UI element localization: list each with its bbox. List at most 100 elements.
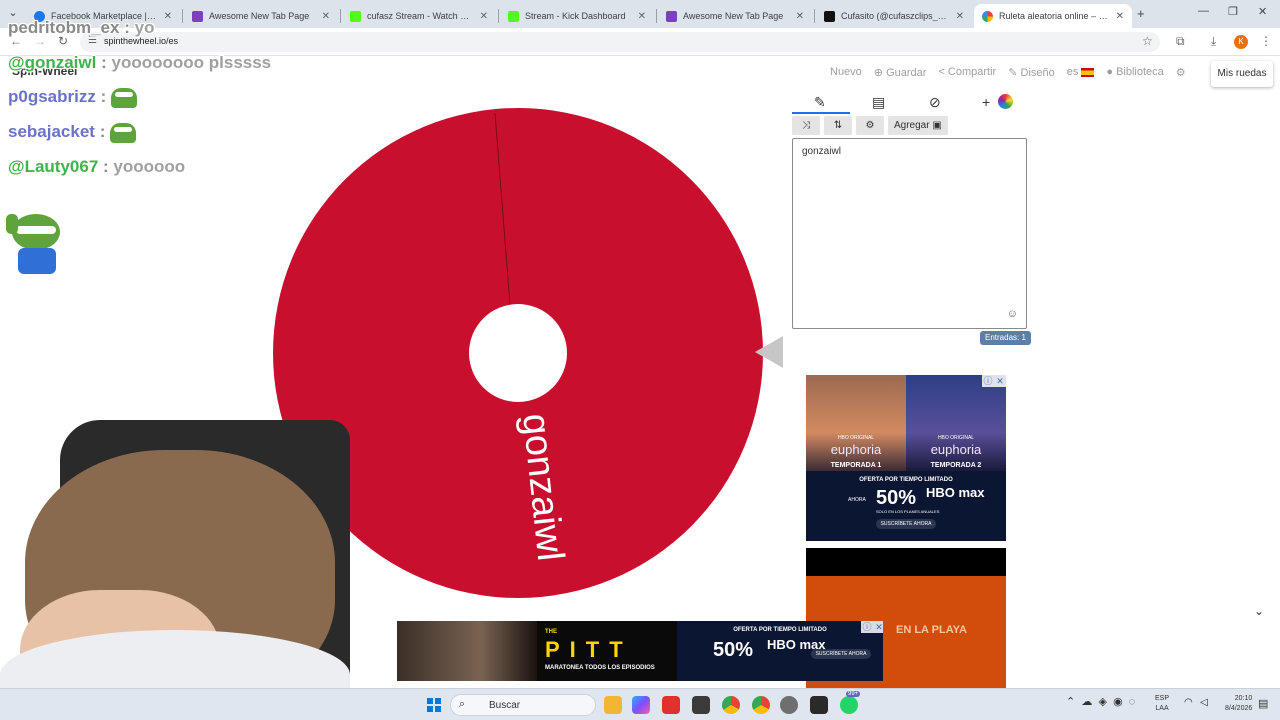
chat-username: @Lauty067 [8, 157, 99, 176]
tab-ruleta[interactable]: Ruleta aleatoria online – ruleta ✕ [974, 4, 1132, 28]
ad-pitt-subscribe-button[interactable]: SUSCRÍBETE AHORA [811, 649, 871, 659]
wps-office-icon[interactable] [662, 696, 680, 714]
nuevo-link[interactable]: Nuevo [830, 66, 862, 79]
hide-eye-icon[interactable]: ⊘ [929, 94, 941, 111]
chat-separator: : [101, 53, 107, 72]
windows-start-icon[interactable] [427, 698, 441, 712]
obs-icon[interactable] [780, 696, 798, 714]
results-clipboard-icon[interactable]: ▤ [872, 94, 885, 111]
language-indicator[interactable]: ESP LAA [1155, 694, 1169, 714]
ad-title-2: euphoria [930, 442, 982, 457]
kick-icon [350, 10, 361, 22]
guardar-label: Guardar [886, 67, 927, 79]
biblioteca-label: Biblioteca [1116, 66, 1164, 78]
tab-new-tab-page-2[interactable]: Awesome New Tab Page ✕ [658, 4, 812, 28]
chat-username: sebajacket [8, 122, 95, 141]
settings-button[interactable]: ⚙ [856, 116, 884, 135]
steam-icon[interactable]: ◉ [1113, 696, 1123, 708]
extensions-icon[interactable]: ⧉ [1176, 34, 1185, 49]
bookmark-star-icon[interactable]: ☆ [1142, 34, 1153, 48]
microsoft-store-icon[interactable] [692, 696, 710, 714]
close-icon[interactable]: ✕ [164, 11, 172, 22]
ad-brand-label: HBO ORIGINAL [837, 435, 875, 441]
language-selector[interactable]: es [1067, 66, 1095, 79]
minimize-icon[interactable]: — [1198, 5, 1209, 17]
file-explorer-icon[interactable] [604, 696, 622, 714]
profile-avatar-icon[interactable]: K [1234, 35, 1248, 49]
system-clock[interactable]: 20:10 8/4/2026 [1225, 694, 1252, 714]
close-icon[interactable]: ✕ [322, 11, 330, 22]
ad-close-icon[interactable]: ✕ [873, 621, 883, 633]
tab-label: Awesome New Tab Page [683, 11, 784, 21]
ad-title-1: euphoria [830, 442, 882, 457]
chrome-icon[interactable] [722, 696, 740, 714]
streamer-webcam [0, 420, 350, 720]
tab-label: Cufasito (@cufaszclips_) | TikTok [841, 11, 950, 21]
mis-ruedas-button[interactable]: Mis ruedas [1211, 61, 1273, 87]
tab-label: Stream - Kick Dashboard [525, 11, 626, 21]
chat-message: @Lauty067 : yoooooo [8, 157, 185, 177]
ad-offer-text: OFERTA POR TIEMPO LIMITADO [859, 477, 953, 483]
biblioteca-link[interactable]: ● Biblioteca [1106, 66, 1163, 79]
site-nav: Nuevo ⊕ Guardar < Compartir ✎ Diseño es … [830, 66, 1186, 79]
ad-close-icon[interactable]: ✕ [994, 375, 1006, 387]
entries-textarea[interactable]: gonzaiwl ☺ [792, 138, 1027, 329]
new-tab-plus-icon[interactable]: + [1137, 6, 1145, 21]
volume-icon[interactable]: ◁ [1200, 697, 1208, 708]
tab-kick-dashboard[interactable]: Stream - Kick Dashboard ✕ [500, 4, 654, 28]
close-icon[interactable]: ✕ [1116, 11, 1124, 22]
ad-season-2: TEMPORADA 2 [930, 462, 982, 469]
close-icon[interactable]: ✕ [638, 11, 646, 22]
chat-message: @gonzaiwl : yoooooooo plsssss [8, 53, 271, 73]
ad-info-icon[interactable]: ⓘ [861, 621, 873, 633]
ad-brand-label: HBO ORIGINAL [937, 435, 975, 441]
taskbar-search[interactable]: ⌕ Buscar [450, 694, 596, 716]
notification-bell-icon[interactable]: ▤ [1258, 697, 1268, 710]
add-plus-icon[interactable]: + [982, 94, 990, 110]
menu-dots-icon[interactable]: ⋮ [1260, 34, 1272, 48]
close-window-icon[interactable]: ✕ [1258, 5, 1267, 18]
chat-separator: : [100, 87, 107, 106]
sort-icon: ⇅ [833, 120, 843, 131]
ad-info-icon[interactable]: ⓘ [982, 375, 994, 387]
close-icon[interactable]: ✕ [956, 11, 964, 22]
pepe-emote-icon [110, 122, 137, 143]
close-icon[interactable]: ✕ [796, 11, 804, 22]
tab-new-tab-page[interactable]: Awesome New Tab Page ✕ [184, 4, 338, 28]
settings-gear-icon[interactable]: ⚙ [1176, 66, 1186, 79]
close-icon[interactable]: ✕ [480, 11, 488, 22]
diseno-link[interactable]: ✎ Diseño [1008, 66, 1055, 79]
tab-kick-stream[interactable]: cufasz Stream - Watch Live on Kick ✕ [342, 4, 496, 28]
chevron-up-icon[interactable]: ⌃ [1066, 696, 1075, 708]
wheel-center-hub[interactable] [469, 304, 567, 402]
entries-count-badge: Entradas: 1 [980, 331, 1031, 345]
ring-icon[interactable]: ◌ [1129, 696, 1136, 708]
windows-taskbar: ⌕ Buscar 99+ ⌃ ☁ ◈ ◉ ◌ ESP LAA ◠ ◁ 20:10… [0, 688, 1280, 720]
scroll-down-chevron-icon[interactable]: ⌄ [1254, 604, 1264, 618]
shuffle-button[interactable]: ⤨ [792, 116, 820, 135]
guardar-link[interactable]: ⊕ Guardar [874, 66, 927, 79]
address-bar[interactable]: ☰ spinthewheel.io/es [80, 32, 1160, 52]
color-wheel-icon[interactable] [998, 94, 1013, 109]
wifi-icon[interactable]: ◠ [1184, 697, 1193, 708]
agregar-imagen-button[interactable]: Agregar ▣ [888, 116, 948, 135]
compartir-link[interactable]: < Compartir [938, 66, 996, 79]
security-icon[interactable]: ◈ [1098, 696, 1106, 708]
ad-subscribe-button[interactable]: SUSCRÍBETE AHORA [876, 519, 936, 529]
emoji-icon[interactable]: ☺ [1007, 308, 1018, 320]
tab-tiktok[interactable]: Cufasito (@cufaszclips_) | TikTok ✕ [816, 4, 972, 28]
restore-icon[interactable]: ❐ [1228, 5, 1238, 18]
download-icon[interactable]: ⤓ [1211, 34, 1216, 49]
chat-separator: : [124, 18, 130, 37]
search-icon: ⌕ [459, 698, 466, 710]
edit-pencil-icon[interactable]: ✎ [814, 94, 826, 111]
chrome-profile-icon[interactable] [752, 696, 770, 714]
ad-hbo-euphoria[interactable]: HBO ORIGINAL euphoria TEMPORADA 1 HBO OR… [806, 375, 1006, 541]
sort-button[interactable]: ⇅ [824, 116, 852, 135]
epic-games-icon[interactable] [810, 696, 828, 714]
copilot-icon[interactable] [632, 696, 650, 714]
onedrive-icon[interactable]: ☁ [1081, 696, 1092, 708]
spinwheel-icon [982, 10, 993, 22]
ad-the-pitt-banner[interactable]: THE PITT MARATONEA TODOS LOS EPISODIOS O… [397, 621, 883, 681]
whatsapp-icon[interactable] [840, 696, 858, 714]
